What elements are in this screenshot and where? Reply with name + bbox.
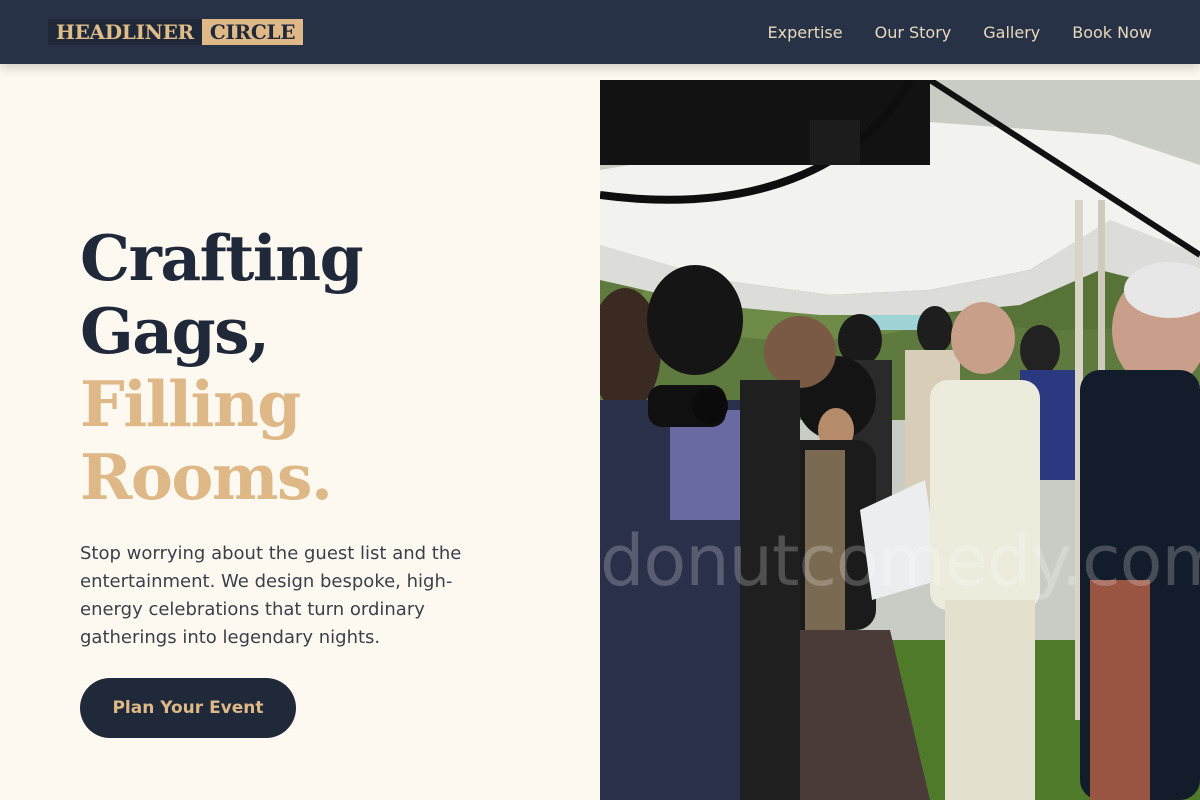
nav-link-our-story[interactable]: Our Story bbox=[875, 23, 952, 42]
nav-link-expertise[interactable]: Expertise bbox=[768, 23, 843, 42]
headline-line-2: Gags, bbox=[80, 294, 270, 368]
hero-description: Stop worrying about the guest list and t… bbox=[80, 543, 462, 648]
brand-logo[interactable]: HEADLINER CIRCLE bbox=[48, 19, 304, 45]
hero-photo: donutcomedy.com bbox=[600, 80, 1200, 800]
brand-logo-part-1: HEADLINER bbox=[48, 19, 202, 45]
plan-your-event-button[interactable]: Plan Your Event bbox=[80, 678, 296, 738]
photo-watermark: donutcomedy.com bbox=[600, 520, 1200, 602]
hero-headline: Crafting Gags, Filling Rooms. bbox=[80, 222, 550, 514]
headline-line-1: Crafting bbox=[80, 221, 364, 295]
nav-link-gallery[interactable]: Gallery bbox=[983, 23, 1040, 42]
hero-text-block: Crafting Gags, Filling Rooms. Stop worry… bbox=[80, 222, 550, 652]
headline-line-3: Filling bbox=[80, 367, 301, 441]
crowd-under-tent-image bbox=[600, 80, 1200, 800]
nav-link-book-now[interactable]: Book Now bbox=[1072, 23, 1152, 42]
site-header: HEADLINER CIRCLE Expertise Our Story Gal… bbox=[0, 0, 1200, 64]
main-nav: Expertise Our Story Gallery Book Now bbox=[768, 0, 1152, 64]
brand-logo-part-2: CIRCLE bbox=[201, 19, 304, 45]
headline-line-4: Rooms. bbox=[80, 440, 333, 514]
